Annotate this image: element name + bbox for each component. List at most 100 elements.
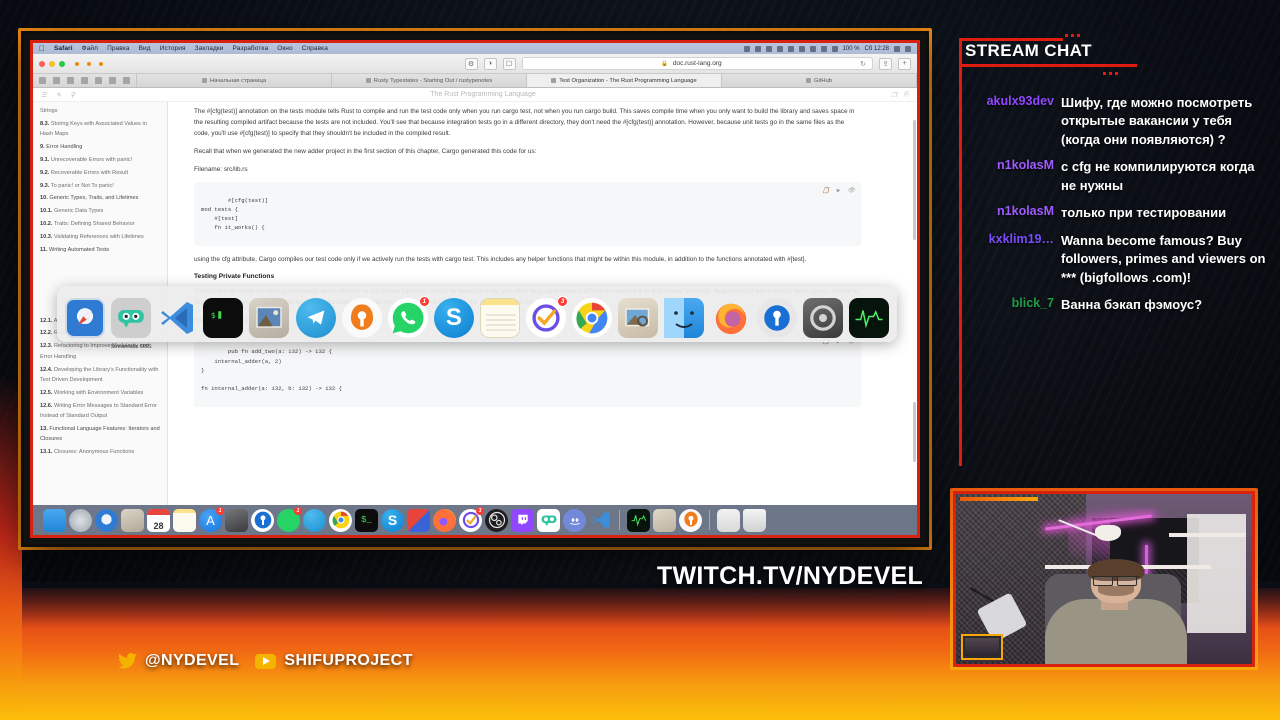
dock-item-firefox[interactable] — [433, 508, 456, 532]
favorites-strip[interactable] — [33, 74, 137, 87]
bluetooth-icon[interactable] — [809, 45, 816, 52]
shield-icon[interactable] — [787, 45, 794, 52]
dock-item-streamlabs[interactable] — [537, 508, 560, 532]
chat-username[interactable]: n1kolasM — [969, 204, 1061, 218]
dock-item-notes[interactable] — [173, 508, 196, 532]
github-repo-icon[interactable]: ⎘ — [904, 91, 909, 99]
toc-item[interactable]: 11. Writing Automated Tests — [40, 245, 160, 255]
toc-item[interactable]: 12.4. Developing the Library's Functiona… — [40, 365, 160, 386]
dock-item-preview[interactable] — [618, 298, 659, 338]
dock-item-sketch[interactable] — [407, 508, 430, 532]
youtube-handle-group[interactable]: SHIFUPROJECT — [255, 652, 412, 670]
dock-item-activity-monitor[interactable] — [848, 298, 889, 338]
dock-item-safari[interactable] — [65, 298, 105, 338]
dock-item-launchpad[interactable] — [69, 508, 92, 532]
favorite-5-icon[interactable] — [95, 77, 102, 84]
dock-item-firefox[interactable] — [711, 298, 751, 338]
address-bar[interactable]: 🔒 doc.rust-lang.org ↻ — [521, 57, 873, 70]
dock-item-activity-monitor[interactable] — [627, 508, 650, 532]
toc-item[interactable]: 10.2. Traits: Defining Shared Behavior — [40, 219, 160, 229]
dock-item-chrome[interactable] — [572, 298, 613, 338]
apple-menu-icon[interactable]:  — [39, 44, 45, 53]
dock-item-skype[interactable]: S — [433, 298, 474, 338]
todoist-status-icon[interactable] — [754, 45, 761, 52]
dock-item-trash[interactable] — [743, 508, 766, 532]
favorite-twitter-icon[interactable] — [67, 77, 74, 84]
toc-item[interactable]: 12.6. Writing Error Messages to Standard… — [40, 401, 160, 422]
vpn-icon[interactable] — [776, 45, 783, 52]
safari-tab-bar[interactable]: Начальная страница Rusty Typestates - St… — [33, 74, 917, 88]
safari-toolbar[interactable]: ⚙ ◑ ☐ 🔒 doc.rust-lang.org ↻ ⇪ + — [33, 54, 917, 74]
reload-icon[interactable]: ↻ — [860, 60, 866, 68]
minimize-window-button[interactable] — [49, 60, 55, 67]
toc-item[interactable]: 9. Error Handling — [40, 142, 160, 152]
dock-item-discord[interactable] — [563, 508, 586, 532]
run-icon[interactable]: ▶ — [837, 186, 841, 196]
macos-menu-bar[interactable]:  Safari Файл Правка Вид История Закладк… — [33, 43, 917, 54]
dock-item-finder[interactable] — [43, 508, 66, 532]
dock-item-openvpn[interactable] — [679, 508, 702, 532]
menu-edit[interactable]: Правка — [107, 45, 130, 52]
code-block-tools[interactable]: 📋 ▶ 👁 — [822, 186, 855, 196]
dock-item-finder[interactable] — [664, 298, 705, 338]
content-scrollbar[interactable] — [913, 120, 916, 240]
menu-status-items[interactable]: 100 % Сб 12:28 — [743, 45, 911, 52]
chat-username[interactable]: n1kolasM — [969, 158, 1061, 172]
share-button[interactable]: ⇪ — [879, 57, 892, 70]
close-window-button[interactable] — [39, 60, 45, 67]
dock-item-notes[interactable] — [479, 298, 520, 338]
toc-item[interactable]: 8.3. Storing Keys with Associated Values… — [40, 119, 160, 140]
chat-username[interactable]: kxklim19… — [969, 232, 1061, 246]
dock-item-terminal[interactable]: $ — [203, 298, 244, 338]
tab-github[interactable]: GitHub — [722, 74, 917, 87]
toc-item[interactable]: 13. Functional Language Features: Iterat… — [40, 424, 160, 445]
dock-bar[interactable]: 28 A 1 1 $_ S 3 — [33, 505, 917, 535]
dock-item-chrome[interactable] — [329, 508, 352, 532]
dock-item-vs-code[interactable] — [589, 509, 612, 532]
volume-icon[interactable] — [831, 45, 838, 52]
show-hidden-lines-icon[interactable]: 👁 — [847, 186, 855, 196]
dock-item-safari[interactable] — [95, 508, 118, 532]
code-block-cfg-test[interactable]: 📋 ▶ 👁 #[cfg(test)] mod tests { #[test] f… — [194, 182, 861, 247]
dock-item-streamlabs-obs[interactable]: Streamlabs OBS — [111, 298, 152, 350]
wifi-icon[interactable] — [820, 45, 827, 52]
menu-history[interactable]: История — [160, 45, 186, 52]
menu-view[interactable]: Вид — [139, 45, 151, 52]
window-traffic-lights[interactable] — [39, 60, 65, 67]
dock-magnified[interactable]: Streamlabs OBS $ 1 S 3 — [57, 286, 897, 350]
dock-item-mail[interactable] — [249, 298, 290, 338]
page-header-left-tools[interactable]: ☰ ✎ ⚲ — [41, 91, 75, 99]
dock-item-calendar[interactable]: 28 — [147, 508, 170, 532]
dock-item-todoist[interactable]: 3 — [526, 296, 569, 338]
print-icon[interactable]: ❐ — [891, 91, 897, 99]
toc-item[interactable]: 13.1. Closures: Anonymous Functions — [40, 447, 160, 457]
dock-item-obs[interactable] — [485, 508, 508, 532]
menu-toggle-icon[interactable]: ☰ — [41, 91, 47, 99]
clock[interactable]: Сб 12:28 — [865, 46, 889, 52]
dock-item-preview[interactable] — [653, 508, 676, 532]
toc-item[interactable]: Strings — [40, 106, 160, 116]
chat-username[interactable]: akulx93dev — [969, 94, 1061, 108]
dock-item-whatsapp[interactable]: 1 — [387, 296, 430, 338]
dock-item-openvpn[interactable] — [341, 298, 382, 338]
toc-item[interactable]: 9.3. To panic! or Not To panic! — [40, 181, 160, 191]
dock-item-skype[interactable]: S — [381, 508, 404, 532]
toc-item[interactable]: 10.1. Generic Data Types — [40, 206, 160, 216]
menu-help[interactable]: Справка — [302, 45, 328, 52]
toc-item[interactable]: 9.2. Recoverable Errors with Result — [40, 168, 160, 178]
toc-item[interactable]: 9.1. Unrecoverable Errors with panic! — [40, 155, 160, 165]
new-tab-button[interactable]: + — [898, 57, 911, 70]
page-header-right-tools[interactable]: ❐ ⎘ — [891, 91, 909, 99]
toc-item[interactable]: 12.5. Working with Environment Variables — [40, 388, 160, 398]
toc-item[interactable]: 10.3. Validating References with Lifetim… — [40, 232, 160, 242]
favorite-1-icon[interactable] — [39, 77, 46, 84]
menu-develop[interactable]: Разработка — [233, 45, 269, 52]
dock-item-twitch[interactable] — [511, 508, 534, 532]
tab-test-organization[interactable]: Test Organization - The Rust Programming… — [527, 74, 722, 87]
favorite-7-icon[interactable] — [123, 77, 130, 84]
code-block-add-two[interactable]: 📋 ▶ 👁 pub fn add_two(a: i32) -> i32 { in… — [194, 333, 861, 407]
favorite-6-icon[interactable] — [109, 77, 116, 84]
webcam-feed[interactable] — [953, 491, 1255, 667]
dock-item-1password[interactable] — [251, 508, 274, 532]
menu-file[interactable]: Файл — [82, 45, 98, 52]
